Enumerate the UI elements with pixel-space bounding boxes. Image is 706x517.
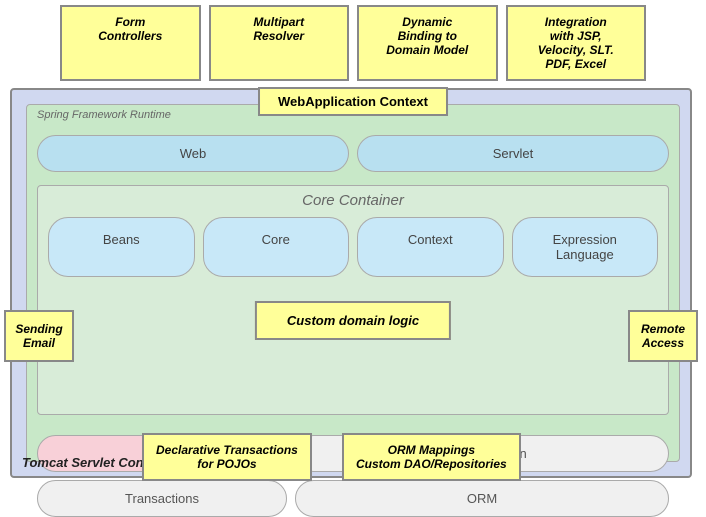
integration-box: Integrationwith JSP,Velocity, SLT.PDF, E… [506, 5, 647, 81]
sending-email-box: SendingEmail [4, 310, 74, 362]
transactions-orm-row: Transactions ORM [37, 480, 669, 517]
orm-mappings-box: ORM MappingsCustom DAO/Repositories [342, 433, 521, 481]
core-box: Core [203, 217, 350, 277]
spring-label: Spring Framework Runtime [37, 109, 171, 121]
orm-box: ORM [295, 480, 669, 517]
top-boxes: FormControllers MultipartResolver Dynami… [60, 5, 646, 81]
beans-row: Beans Core Context ExpressionLanguage [48, 217, 658, 277]
multipart-resolver-box: MultipartResolver [209, 5, 350, 81]
beans-box: Beans [48, 217, 195, 277]
core-container-label: Core Container [38, 186, 668, 209]
context-box: Context [357, 217, 504, 277]
custom-domain-box: Custom domain logic [255, 301, 451, 340]
webapp-context: WebApplication Context [258, 87, 448, 116]
spring-container: Spring Framework Runtime WebApplication … [26, 104, 680, 462]
expression-language-box: ExpressionLanguage [512, 217, 659, 277]
core-container: Core Container Beans Core Context Expres… [37, 185, 669, 415]
main-wrapper: FormControllers MultipartResolver Dynami… [0, 0, 706, 510]
declarative-transactions-box: Declarative Transactionsfor POJOs [142, 433, 312, 481]
web-servlet-row: Web Servlet [37, 135, 669, 172]
tomcat-container: Spring Framework Runtime WebApplication … [10, 88, 692, 478]
web-box: Web [37, 135, 349, 172]
dynamic-binding-box: DynamicBinding toDomain Model [357, 5, 498, 81]
transactions-box: Transactions [37, 480, 287, 517]
servlet-box: Servlet [357, 135, 669, 172]
remote-access-box: RemoteAccess [628, 310, 698, 362]
form-controllers-box: FormControllers [60, 5, 201, 81]
